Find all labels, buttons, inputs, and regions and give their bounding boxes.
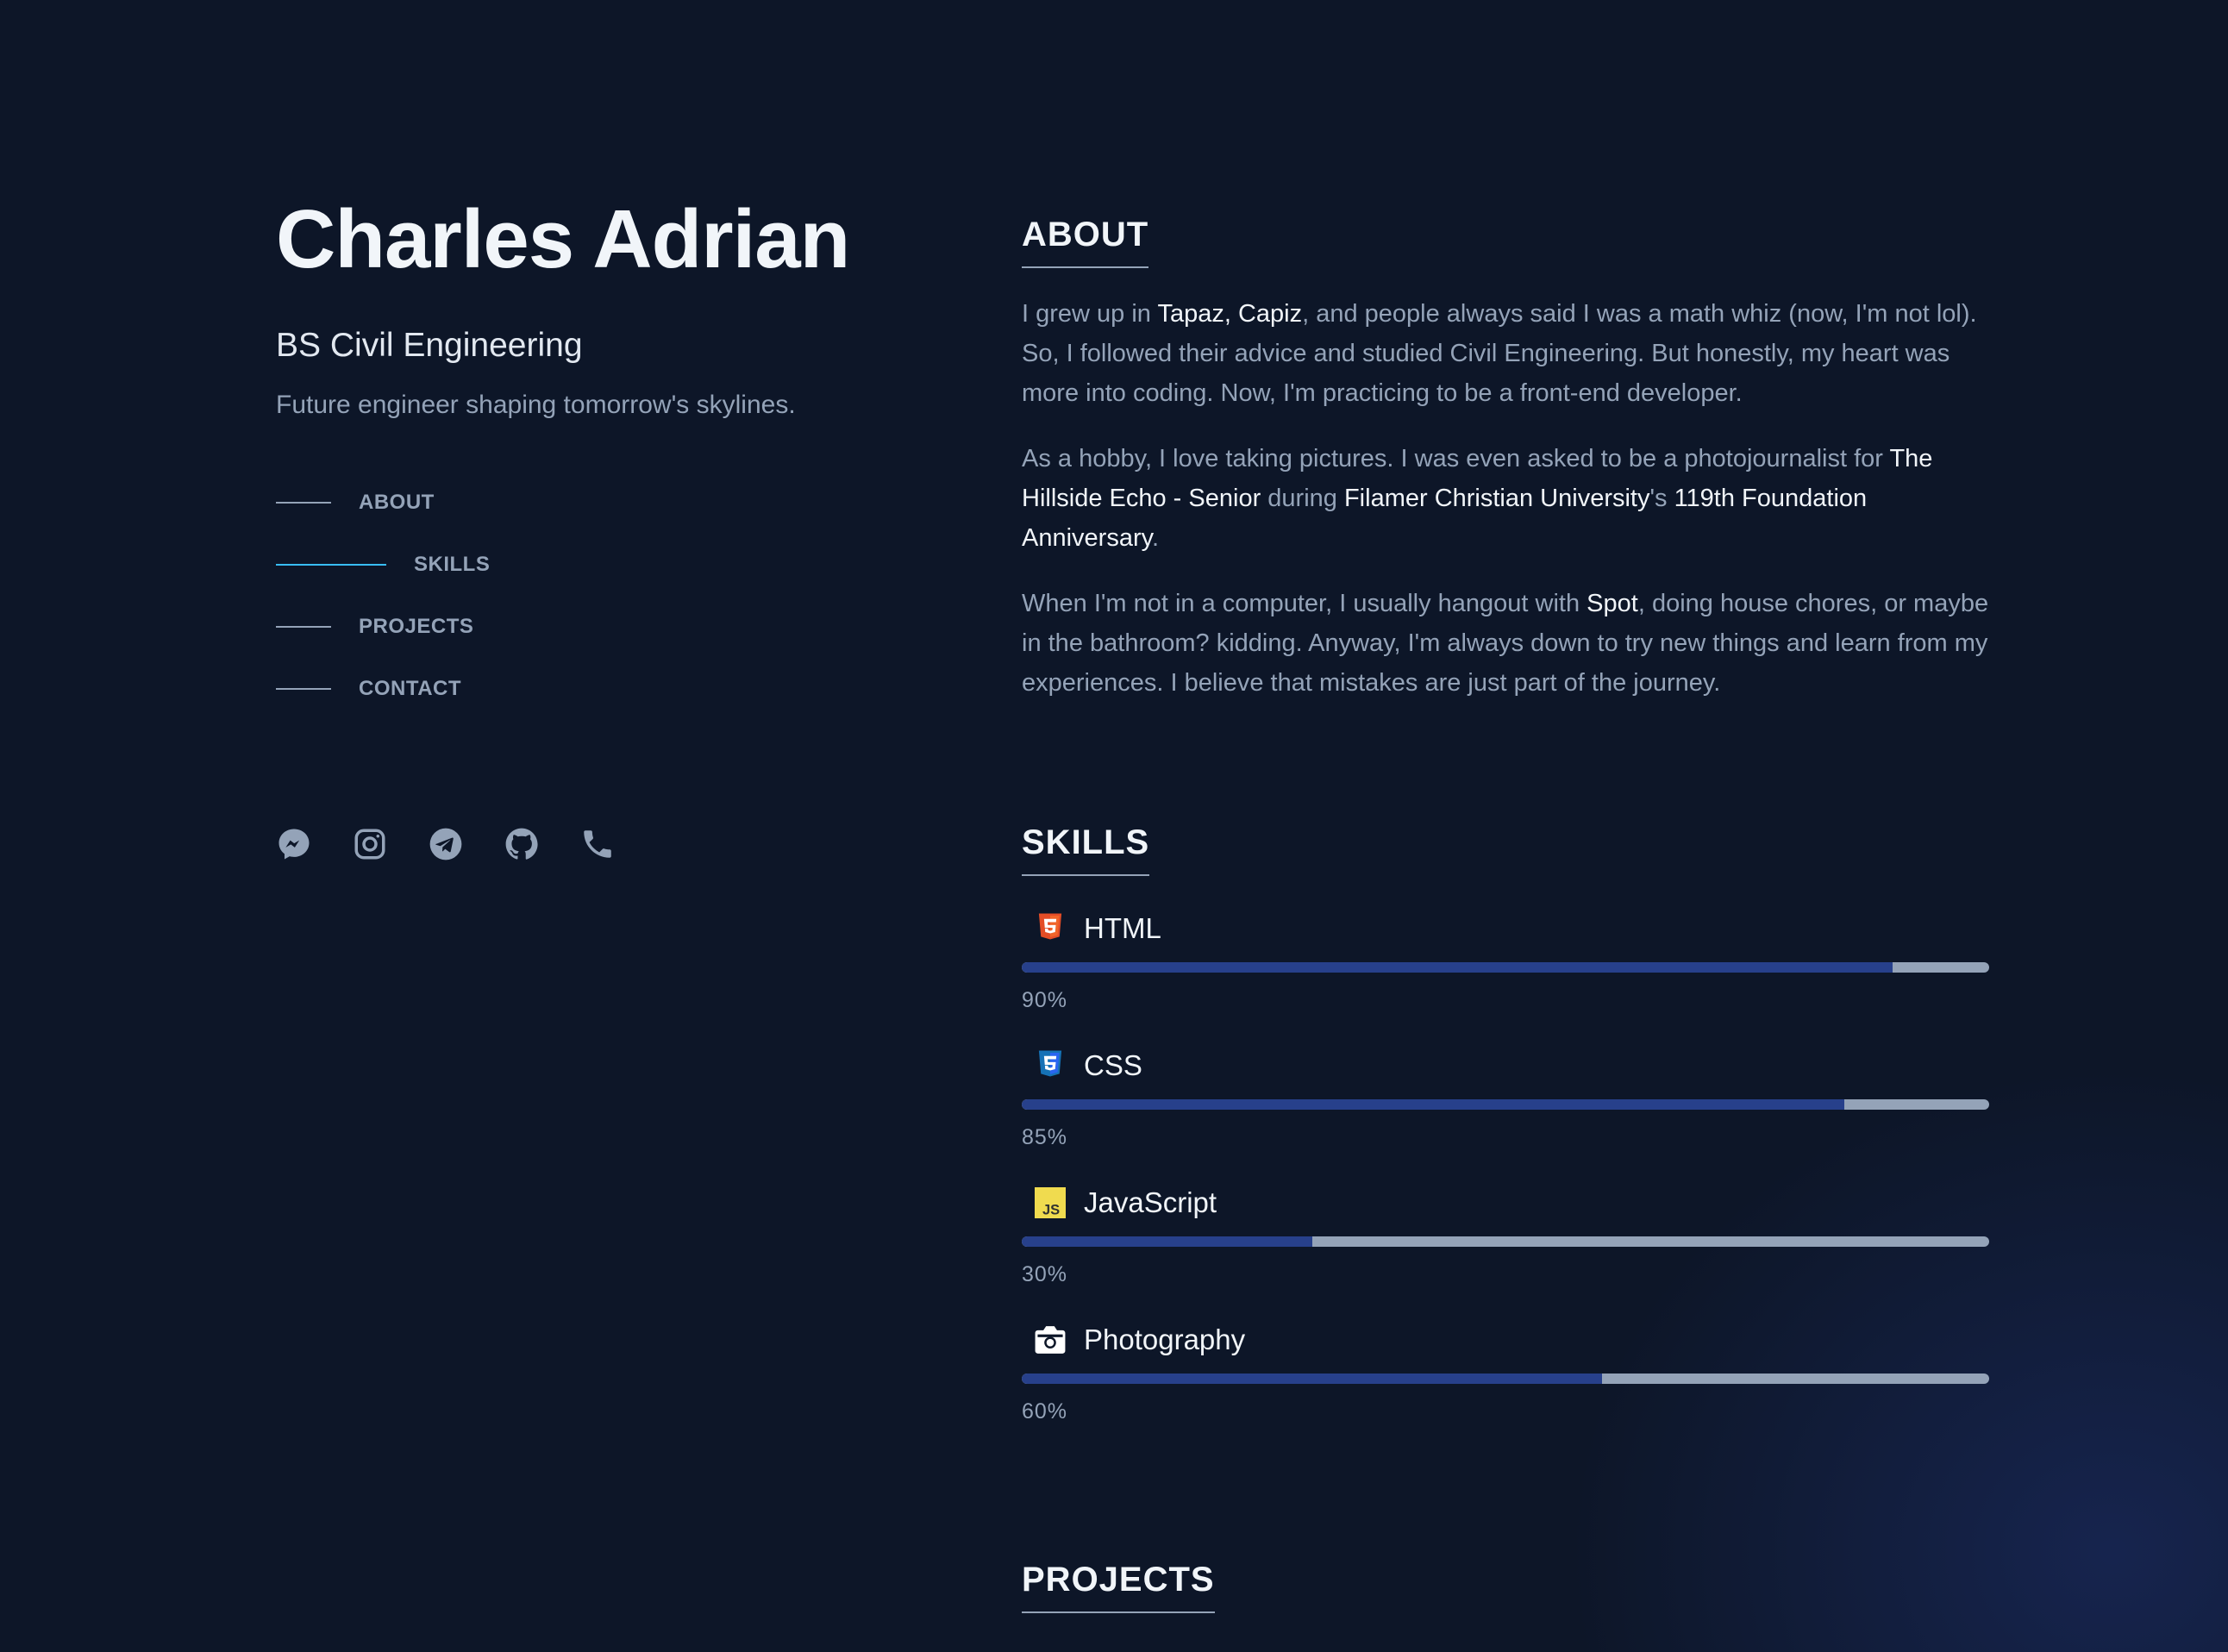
camera-icon [1034, 1323, 1067, 1356]
projects-heading: PROJECTS [1022, 1561, 1215, 1613]
about-section: ABOUT I grew up in Tapaz, Capiz, and peo… [1022, 216, 1989, 703]
skill-name: JavaScript [1084, 1186, 1217, 1218]
about-text: . [1151, 524, 1160, 552]
messenger-icon[interactable] [276, 826, 312, 862]
skill-css: CSS 85% [1022, 1044, 1989, 1150]
about-text: 's [1649, 485, 1674, 512]
nav-indicator-line [276, 563, 386, 566]
about-text: I grew up in [1022, 300, 1158, 328]
skill-progress-fill [1022, 1099, 1844, 1110]
social-links [276, 826, 616, 862]
about-highlight: Filamer Christian University [1343, 485, 1650, 512]
nav-item-skills[interactable]: SKILLS [276, 534, 931, 596]
nav-indicator-line [276, 625, 331, 628]
about-text: As a hobby, I love taking pictures. I wa… [1022, 445, 1890, 472]
skill-progress-bar [1022, 1236, 1989, 1247]
skill-photography: Photography 60% [1022, 1318, 1989, 1424]
telegram-icon[interactable] [428, 826, 464, 862]
skill-progress-fill [1022, 962, 1893, 973]
skill-percent: 60% [1022, 1399, 1068, 1424]
nav-label: PROJECTS [359, 614, 474, 638]
skill-percent: 30% [1022, 1262, 1068, 1286]
skill-header: JS JavaScript [1022, 1181, 1989, 1224]
nav-indicator-line [276, 687, 331, 690]
skill-javascript: JS JavaScript 30% [1022, 1181, 1989, 1287]
skill-name: HTML [1084, 912, 1161, 944]
about-highlight: Tapaz, Capiz [1157, 300, 1303, 328]
about-paragraph-1: I grew up in Tapaz, Capiz, and people al… [1022, 294, 1989, 413]
skill-html: HTML 90% [1022, 907, 1989, 1013]
skill-percent: 90% [1022, 988, 1068, 1012]
profile-tagline: Future engineer shaping tomorrow's skyli… [276, 390, 796, 419]
nav-label: ABOUT [359, 490, 435, 514]
about-paragraph-3: When I'm not in a computer, I usually ha… [1022, 584, 1989, 703]
section-nav: ABOUT SKILLS PROJECTS CONTACT [276, 472, 931, 720]
skill-header: Photography [1022, 1318, 1989, 1361]
skill-name: Photography [1084, 1323, 1246, 1355]
about-paragraph-2: As a hobby, I love taking pictures. I wa… [1022, 439, 1989, 558]
html5-icon [1034, 912, 1067, 945]
skills-heading: SKILLS [1022, 823, 1150, 876]
nav-label: CONTACT [359, 676, 462, 700]
skills-section: SKILLS HTML 90% CSS 85% JS JavaScript 30… [1022, 823, 1989, 1424]
svg-text:JS: JS [1042, 1203, 1060, 1218]
nav-item-contact[interactable]: CONTACT [276, 658, 931, 720]
about-highlight: Spot [1587, 590, 1638, 617]
nav-label: SKILLS [414, 552, 491, 576]
profile-panel: Charles Adrian BS Civil Engineering Futu… [276, 194, 931, 720]
skill-progress-bar [1022, 1099, 1989, 1110]
nav-indicator-line [276, 501, 331, 504]
nav-item-about[interactable]: ABOUT [276, 472, 931, 534]
instagram-icon[interactable] [352, 826, 388, 862]
github-icon[interactable] [504, 826, 540, 862]
profile-degree: BS Civil Engineering [276, 326, 583, 364]
skill-progress-bar [1022, 1374, 1989, 1384]
skill-percent: 85% [1022, 1125, 1068, 1149]
javascript-icon: JS [1034, 1186, 1067, 1219]
skill-progress-fill [1022, 1236, 1312, 1247]
skill-header: HTML [1022, 907, 1989, 950]
phone-icon[interactable] [579, 826, 616, 862]
skill-progress-fill [1022, 1374, 1603, 1384]
profile-name: Charles Adrian [276, 193, 850, 285]
about-heading: ABOUT [1022, 216, 1149, 268]
about-text: When I'm not in a computer, I usually ha… [1022, 590, 1587, 617]
skill-name: CSS [1084, 1049, 1142, 1081]
skill-progress-bar [1022, 962, 1989, 973]
projects-section: PROJECTS [1022, 1561, 1215, 1613]
about-text: during [1261, 485, 1344, 512]
css3-icon [1034, 1049, 1067, 1082]
nav-item-projects[interactable]: PROJECTS [276, 596, 931, 658]
skill-header: CSS [1022, 1044, 1989, 1087]
